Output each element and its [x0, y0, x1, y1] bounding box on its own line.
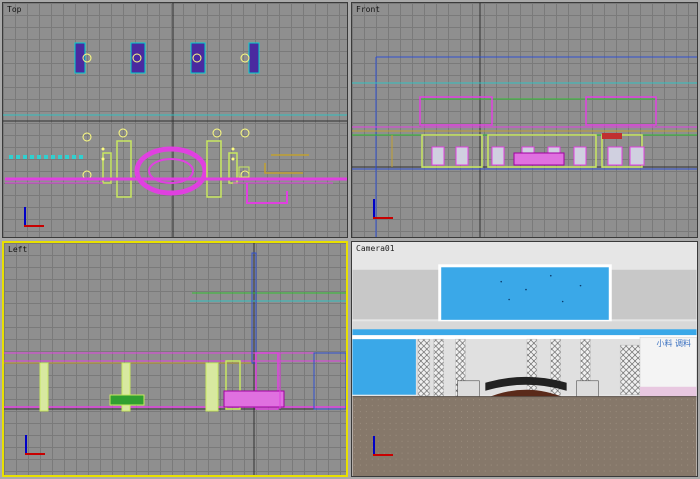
front-view-scene: [352, 3, 697, 237]
front-axis-tripod: [370, 195, 398, 221]
viewport-left[interactable]: Left: [2, 241, 348, 477]
viewport-top-label[interactable]: Top: [7, 5, 21, 14]
top-view-scene: [3, 3, 347, 237]
viewport-top[interactable]: Top: [2, 2, 348, 238]
camera-render: [352, 242, 697, 476]
left-view-scene: [4, 243, 346, 475]
top-columns: [74, 42, 260, 74]
viewport-front[interactable]: Front: [351, 2, 698, 238]
viewport-camera[interactable]: Camera01 小料 调料: [351, 241, 698, 477]
top-axis-tripod: [21, 203, 49, 229]
viewport-front-label[interactable]: Front: [356, 5, 380, 14]
viewport-left-label[interactable]: Left: [8, 245, 27, 254]
camera-sign-right: 小料 调料: [656, 339, 691, 348]
viewport-camera-label[interactable]: Camera01: [356, 244, 395, 253]
left-axis-tripod: [22, 431, 50, 457]
camera-axis-tripod: [370, 432, 398, 458]
